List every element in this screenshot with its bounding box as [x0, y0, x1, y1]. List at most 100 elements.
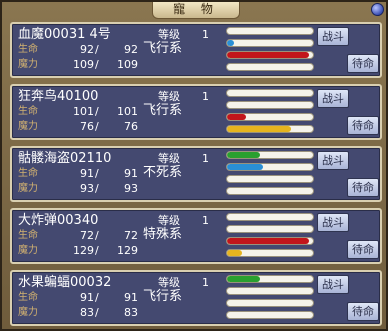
pet-element: 特殊系 — [143, 227, 183, 242]
hp-bar — [226, 51, 314, 59]
status-bars — [226, 275, 314, 323]
pet-name: 狂奔鸟40100 — [18, 89, 99, 104]
hp-max: 72 — [124, 229, 138, 242]
loyalty-bar — [226, 287, 314, 295]
hp-label: 生命 — [18, 106, 38, 117]
fight-button[interactable]: 战斗 — [317, 151, 349, 170]
level-label: 等级 — [158, 276, 180, 289]
mp-max: 109 — [117, 58, 138, 71]
mp-separator: / — [95, 58, 99, 71]
standby-button[interactable]: 待命 — [347, 240, 379, 259]
mp-separator: / — [95, 306, 99, 319]
status-bars — [226, 213, 314, 261]
standby-button[interactable]: 待命 — [347, 116, 379, 135]
hp-separator: / — [95, 43, 99, 56]
pet-name: 骷髅海盗02110 — [18, 151, 112, 166]
hp-bar — [226, 299, 314, 307]
mp-separator: / — [95, 120, 99, 133]
mp-max: 93 — [124, 182, 138, 195]
mp-max: 76 — [124, 120, 138, 133]
pet-card[interactable]: 大炸弹00340 等级 1 生命 72 / 72 魔力 129 / 129 特殊… — [10, 208, 382, 264]
level-label: 等级 — [158, 214, 180, 227]
exp-bar — [226, 275, 314, 283]
status-bars — [226, 27, 314, 75]
hp-max: 91 — [124, 167, 138, 180]
pet-element: 飞行系 — [143, 289, 183, 304]
mp-bar-fill — [227, 126, 291, 132]
hp-separator: / — [95, 105, 99, 118]
fight-button[interactable]: 战斗 — [317, 27, 349, 46]
mp-bar-fill — [227, 250, 243, 256]
pet-element: 不死系 — [143, 165, 183, 180]
hp-bar-fill — [227, 114, 246, 120]
level-value: 1 — [202, 276, 209, 289]
mp-current: 109 — [73, 58, 94, 71]
mp-bar — [226, 125, 314, 133]
close-orb-icon[interactable] — [371, 3, 384, 16]
fight-button[interactable]: 战斗 — [317, 213, 349, 232]
status-bars — [226, 89, 314, 137]
exp-bar — [226, 213, 314, 221]
fight-button[interactable]: 战斗 — [317, 89, 349, 108]
mp-max: 83 — [124, 306, 138, 319]
level-label: 等级 — [158, 28, 180, 41]
loyalty-bar — [226, 163, 314, 171]
mp-label: 魔力 — [18, 121, 38, 132]
exp-bar — [226, 151, 314, 159]
mp-bar — [226, 249, 314, 257]
mp-label: 魔力 — [18, 245, 38, 256]
mp-separator: / — [95, 244, 99, 257]
loyalty-bar — [226, 225, 314, 233]
fight-button[interactable]: 战斗 — [317, 275, 349, 294]
mp-current: 76 — [80, 120, 94, 133]
hp-bar — [226, 113, 314, 121]
standby-button[interactable]: 待命 — [347, 54, 379, 73]
hp-max: 91 — [124, 291, 138, 304]
hp-current: 72 — [80, 229, 94, 242]
loyalty-bar — [226, 101, 314, 109]
hp-label: 生命 — [18, 168, 38, 179]
hp-label: 生命 — [18, 44, 38, 55]
hp-label: 生命 — [18, 230, 38, 241]
level-value: 1 — [202, 28, 209, 41]
mp-current: 129 — [73, 244, 94, 257]
mp-max: 129 — [117, 244, 138, 257]
pet-card[interactable]: 骷髅海盗02110 等级 1 生命 91 / 91 魔力 93 / 93 不死系… — [10, 146, 382, 202]
pet-card[interactable]: 水果蝙蝠00032 等级 1 生命 91 / 91 魔力 83 / 83 飞行系… — [10, 270, 382, 326]
pet-name: 水果蝙蝠00032 — [18, 275, 112, 290]
standby-button[interactable]: 待命 — [347, 302, 379, 321]
mp-label: 魔力 — [18, 59, 38, 70]
level-label: 等级 — [158, 90, 180, 103]
status-bars — [226, 151, 314, 199]
exp-bar-fill — [227, 152, 260, 158]
hp-separator: / — [95, 229, 99, 242]
mp-current: 93 — [80, 182, 94, 195]
hp-max: 101 — [117, 105, 138, 118]
hp-separator: / — [95, 167, 99, 180]
standby-button[interactable]: 待命 — [347, 178, 379, 197]
level-label: 等级 — [158, 152, 180, 165]
mp-label: 魔力 — [18, 307, 38, 318]
level-value: 1 — [202, 90, 209, 103]
level-value: 1 — [202, 214, 209, 227]
exp-bar — [226, 27, 314, 35]
mp-current: 83 — [80, 306, 94, 319]
hp-current: 91 — [80, 167, 94, 180]
exp-bar-fill — [227, 276, 260, 282]
mp-bar — [226, 187, 314, 195]
pet-element: 飞行系 — [143, 103, 183, 118]
pet-card[interactable]: 狂奔鸟40100 等级 1 生命 101 / 101 魔力 76 / 76 飞行… — [10, 84, 382, 140]
exp-bar — [226, 89, 314, 97]
loyalty-bar-fill — [227, 164, 264, 170]
window-title: 寵 物 — [152, 2, 240, 19]
mp-bar — [226, 311, 314, 319]
hp-bar-fill — [227, 52, 309, 58]
hp-separator: / — [95, 291, 99, 304]
hp-label: 生命 — [18, 292, 38, 303]
pet-name: 血魔00031 4号 — [18, 27, 111, 42]
pet-element: 飞行系 — [143, 41, 183, 56]
hp-bar — [226, 175, 314, 183]
hp-current: 91 — [80, 291, 94, 304]
pet-card[interactable]: 血魔00031 4号 等级 1 生命 92 / 92 魔力 109 / 109 … — [10, 22, 382, 78]
hp-max: 92 — [124, 43, 138, 56]
